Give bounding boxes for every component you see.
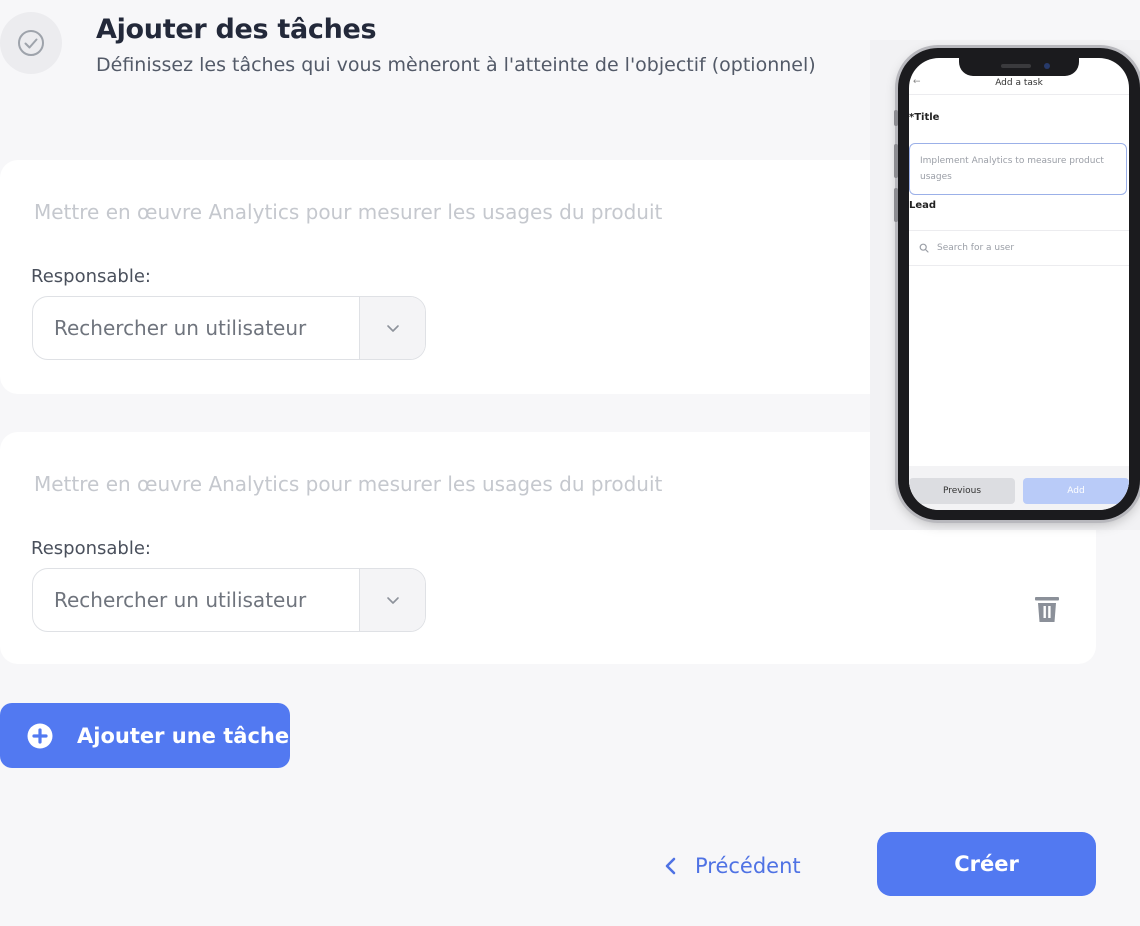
phone-side-button bbox=[894, 144, 898, 178]
plus-circle-icon bbox=[27, 723, 53, 748]
phone-screen: ← Add a task *Title Implement Analytics … bbox=[909, 58, 1129, 510]
phone-title-input[interactable]: Implement Analytics to measure product u… bbox=[909, 143, 1127, 195]
lead-dropdown-toggle[interactable] bbox=[359, 297, 425, 359]
phone-side-button bbox=[894, 110, 898, 126]
trash-icon[interactable] bbox=[1034, 594, 1060, 624]
task-title-input[interactable]: Mettre en œuvre Analytics pour mesurer l… bbox=[34, 200, 662, 224]
phone-header-title: Add a task bbox=[995, 78, 1043, 88]
phone-notch bbox=[959, 58, 1079, 76]
divider bbox=[909, 94, 1129, 95]
lead-label: Responsable: bbox=[31, 538, 151, 559]
phone-title-label: *Title bbox=[909, 112, 940, 123]
page-title: Ajouter des tâches bbox=[96, 14, 377, 45]
lead-select[interactable]: Rechercher un utilisateur bbox=[32, 296, 426, 360]
phone-mockup: ← Add a task *Title Implement Analytics … bbox=[870, 40, 1140, 530]
lead-search-input[interactable]: Rechercher un utilisateur bbox=[33, 569, 359, 631]
chevron-down-icon bbox=[386, 325, 399, 332]
task-title-input[interactable]: Mettre en œuvre Analytics pour mesurer l… bbox=[34, 472, 662, 496]
search-icon bbox=[919, 243, 929, 253]
phone-footer: Previous Add bbox=[909, 466, 1129, 510]
lead-search-input[interactable]: Rechercher un utilisateur bbox=[33, 297, 359, 359]
step-check-icon bbox=[0, 12, 62, 74]
add-task-label: Ajouter une tâche bbox=[77, 723, 290, 748]
phone-lead-placeholder: Search for a user bbox=[937, 243, 1015, 253]
phone-frame: ← Add a task *Title Implement Analytics … bbox=[894, 48, 1140, 520]
lead-label: Responsable: bbox=[31, 266, 151, 287]
add-task-button[interactable]: Ajouter une tâche bbox=[0, 703, 290, 768]
lead-dropdown-toggle[interactable] bbox=[359, 569, 425, 631]
phone-lead-label: Lead bbox=[909, 200, 937, 211]
page-subtitle: Définissez les tâches qui vous mèneront … bbox=[96, 54, 816, 76]
chevron-left-icon bbox=[665, 857, 676, 875]
phone-previous-button[interactable]: Previous bbox=[909, 478, 1015, 504]
phone-side-button bbox=[894, 188, 898, 222]
previous-button[interactable]: Précédent bbox=[664, 851, 801, 881]
previous-label: Précédent bbox=[695, 854, 801, 878]
create-button[interactable]: Créer bbox=[877, 832, 1096, 896]
lead-select[interactable]: Rechercher un utilisateur bbox=[32, 568, 426, 632]
phone-lead-search[interactable]: Search for a user bbox=[909, 230, 1129, 266]
chevron-down-icon bbox=[386, 597, 399, 604]
phone-add-button[interactable]: Add bbox=[1023, 478, 1129, 504]
